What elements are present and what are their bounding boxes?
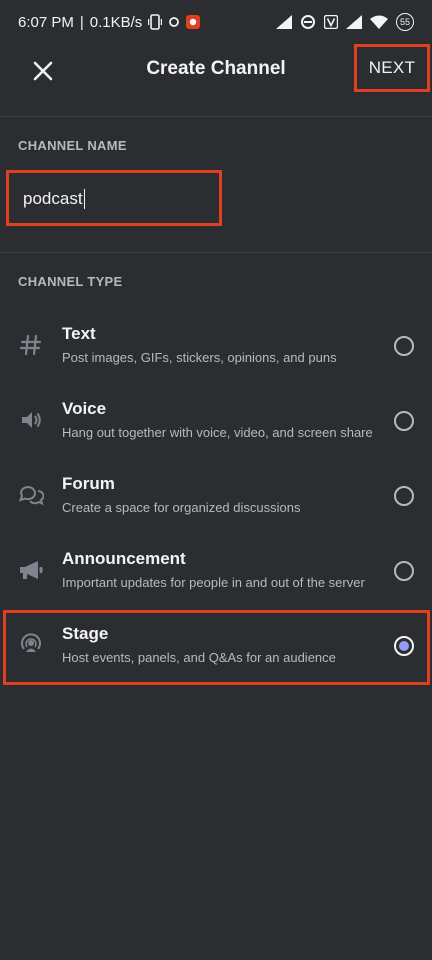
speaker-icon: [18, 407, 44, 433]
status-bar: 6:07 PM | 0.1KB/s 55: [0, 0, 432, 44]
channel-type-description: Host events, panels, and Q&As for an aud…: [62, 650, 336, 665]
channel-type-description: Hang out together with voice, video, and…: [62, 425, 373, 440]
wifi-icon: [370, 15, 388, 29]
radio-button-selected[interactable]: [394, 636, 414, 656]
channel-type-name: Text: [62, 324, 96, 343]
data-saver-icon: [300, 14, 316, 30]
divider: [0, 116, 432, 117]
status-time: 6:07 PM: [18, 13, 74, 31]
radio-button[interactable]: [394, 561, 414, 581]
channel-type-description: Important updates for people in and out …: [62, 575, 365, 590]
channel-type-voice[interactable]: Voice Hang out together with voice, vide…: [0, 385, 432, 459]
record-icon: [186, 15, 201, 29]
channel-type-forum[interactable]: Forum Create a space for organized discu…: [0, 460, 432, 534]
signal-icon: [276, 15, 292, 29]
radio-dot: [399, 641, 409, 651]
channel-name-label: CHANNEL NAME: [18, 138, 127, 153]
radio-button[interactable]: [394, 411, 414, 431]
radio-button[interactable]: [394, 486, 414, 506]
channel-type-name: Voice: [62, 399, 107, 418]
channel-name-value: podcast: [23, 189, 83, 208]
channel-type-name: Announcement: [62, 549, 186, 568]
vibrate-icon: [148, 14, 163, 30]
channel-type-description: Create a space for organized discussions: [62, 500, 301, 515]
stage-icon: [18, 632, 44, 658]
hash-icon: [18, 332, 44, 358]
megaphone-icon: [18, 557, 44, 583]
channel-type-description: Post images, GIFs, stickers, opinions, a…: [62, 350, 337, 365]
radio-button[interactable]: [394, 336, 414, 356]
channel-type-announcement[interactable]: Announcement Important updates for peopl…: [0, 535, 432, 609]
channel-type-label: CHANNEL TYPE: [18, 274, 123, 289]
battery-icon: 55: [396, 13, 414, 31]
channel-type-text[interactable]: Text Post images, GIFs, stickers, opinio…: [0, 310, 432, 384]
channel-type-stage[interactable]: Stage Host events, panels, and Q&As for …: [0, 610, 432, 684]
divider: [0, 252, 432, 253]
volte-icon: [324, 15, 338, 29]
channel-type-name: Stage: [62, 624, 109, 643]
forum-icon: [18, 482, 44, 508]
channel-type-name: Forum: [62, 474, 115, 493]
sync-icon: [168, 16, 180, 28]
channel-name-field-highlight: podcast: [6, 170, 222, 226]
text-caret: [83, 189, 86, 209]
next-button[interactable]: NEXT: [354, 44, 430, 92]
signal-icon-2: [346, 15, 362, 29]
status-network-speed: 0.1KB/s: [89, 13, 143, 31]
header: Create Channel NEXT: [0, 44, 432, 98]
channel-name-input[interactable]: podcast: [23, 187, 213, 211]
